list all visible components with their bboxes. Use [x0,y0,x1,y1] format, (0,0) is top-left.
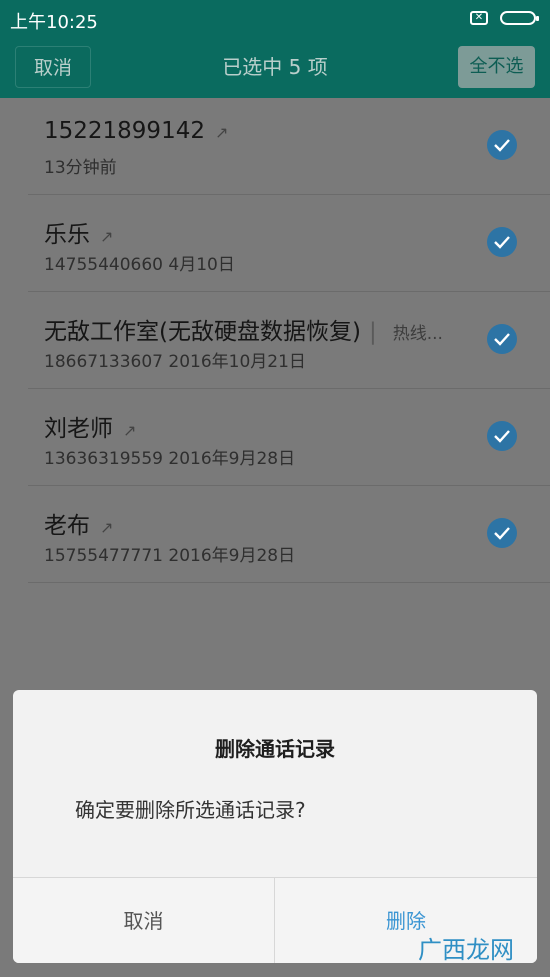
call-log-item[interactable]: 刘老师 ↗ 13636319559 2016年9月28日 [28,389,550,486]
outgoing-arrow-icon: ↗ [214,123,229,142]
call-log-item[interactable]: 无敌工作室(无敌硬盘数据恢复) | 热线... 18667133607 2016年1… [28,292,550,389]
call-detail: 13分钟前 [44,158,117,178]
dialog-message: 确定要删除所选通话记录? [75,798,306,822]
call-detail: 18667133607 2016年10月21日 [44,352,306,372]
delete-confirm-dialog: 删除通话记录 确定要删除所选通话记录? 取消 删除 [13,690,537,963]
call-log-item[interactable]: 乐乐 ↗ 14755440660 4月10日 [28,195,550,292]
checked-icon[interactable] [487,324,517,354]
app-bar: 已选中 5 项 取消 全不选 [0,36,550,98]
outgoing-arrow-icon: ↗ [100,227,114,246]
contact-name: 无敌工作室(无敌硬盘数据恢复) [44,319,361,345]
checked-icon[interactable] [487,421,517,451]
call-log-item[interactable]: 老布 ↗ 15755477771 2016年9月28日 [28,486,550,583]
contact-name: 15221899142 [44,118,205,144]
call-log-item[interactable]: 15221899142 ↗ 13分钟前 [28,98,550,195]
call-detail: 14755440660 4月10日 [44,255,235,275]
battery-icon [500,11,539,25]
checked-icon[interactable] [487,130,517,160]
sim-off-icon: ✕ [470,11,488,25]
call-detail: 15755477771 2016年9月28日 [44,546,296,566]
deselect-all-button[interactable]: 全不选 [458,46,535,88]
checked-icon[interactable] [487,518,517,548]
contact-tag: 热线... [392,324,443,344]
checked-icon[interactable] [487,227,517,257]
contact-name: 老布 [44,513,90,539]
name-separator: | [368,319,377,345]
outgoing-arrow-icon: ↗ [123,421,137,440]
watermark: 广西龙网 [418,936,514,964]
call-detail: 13636319559 2016年9月28日 [44,449,296,469]
outgoing-arrow-icon: ↗ [100,518,114,537]
contact-name: 乐乐 [44,222,90,248]
contact-name: 刘老师 [44,416,113,442]
dialog-cancel-button[interactable]: 取消 [13,878,275,963]
dialog-title: 删除通话记录 [215,737,335,761]
status-bar: 上午10:25 ✕ [0,0,550,36]
cancel-selection-button[interactable]: 取消 [15,46,91,88]
status-time: 上午10:25 [10,12,98,33]
call-log-list: 15221899142 ↗ 13分钟前 乐乐 ↗ 14755440660 4月10日… [0,98,550,583]
